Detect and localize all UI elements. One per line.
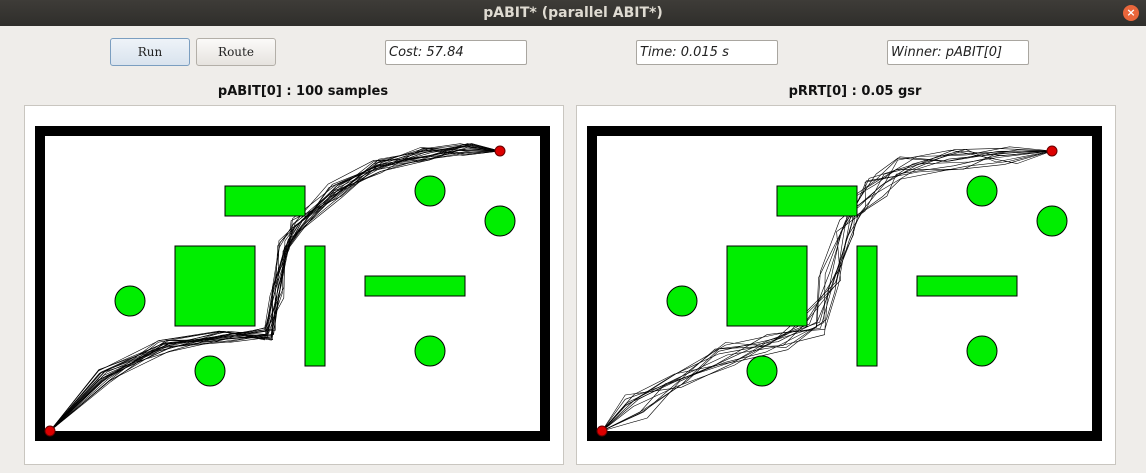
run-button[interactable]: Run xyxy=(110,38,190,66)
circle-obstacle xyxy=(666,285,698,317)
start-point xyxy=(596,425,608,437)
rect-obstacle xyxy=(856,245,878,367)
rect-obstacle xyxy=(776,185,858,217)
circle-obstacle xyxy=(114,285,146,317)
circle-obstacle xyxy=(414,175,446,207)
circle-obstacle xyxy=(966,335,998,367)
winner-field[interactable]: Winner: pABIT[0] xyxy=(887,40,1029,65)
rect-obstacle xyxy=(174,245,256,327)
time-field[interactable]: Time: 0.015 s xyxy=(636,40,778,65)
left-planner-canvas xyxy=(24,105,564,465)
right-panel-title: pRRT[0] : 0.05 gsr xyxy=(788,84,922,99)
route-button[interactable]: Route xyxy=(196,38,276,66)
left-planner-svg xyxy=(35,126,550,441)
cost-field[interactable]: Cost: 57.84 xyxy=(385,40,527,65)
circle-obstacle xyxy=(1036,205,1068,237)
window-title: pABIT* (parallel ABIT*) xyxy=(483,5,663,21)
circle-obstacle xyxy=(966,175,998,207)
close-icon[interactable]: × xyxy=(1123,5,1139,21)
left-panel-title: pABIT[0] : 100 samples xyxy=(217,84,389,99)
goal-point xyxy=(1046,145,1058,157)
circle-obstacle xyxy=(194,355,226,387)
rect-obstacle xyxy=(224,185,306,217)
start-point xyxy=(44,425,56,437)
window-title-bar: pABIT* (parallel ABIT*) × xyxy=(0,0,1146,26)
left-scene xyxy=(35,126,550,441)
rect-obstacle xyxy=(726,245,808,327)
rect-obstacle xyxy=(304,245,326,367)
circle-obstacle xyxy=(746,355,778,387)
right-planner-svg xyxy=(587,126,1102,441)
rect-obstacle xyxy=(916,275,1018,297)
rect-obstacle xyxy=(364,275,466,297)
circle-obstacle xyxy=(484,205,516,237)
right-planner-canvas xyxy=(576,105,1116,465)
boundary-wall xyxy=(35,126,550,441)
circle-obstacle xyxy=(414,335,446,367)
goal-point xyxy=(494,145,506,157)
